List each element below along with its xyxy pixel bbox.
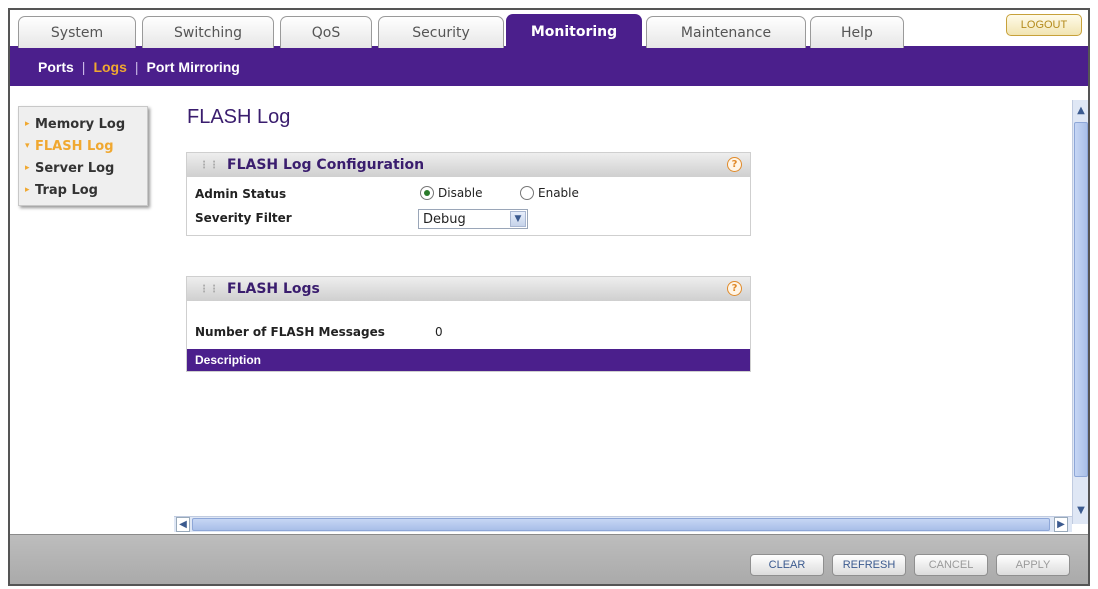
radio-label: Disable [438, 186, 483, 200]
subnav-separator: | [134, 59, 139, 75]
logs-panel-header: ⋮⋮ FLASH Logs ? [187, 277, 750, 301]
tab-security[interactable]: Security [378, 16, 504, 48]
menu-item-label: FLASH Log [35, 138, 114, 154]
menu-item-label: Server Log [35, 160, 115, 176]
tab-system[interactable]: System [18, 16, 136, 48]
config-panel-title: FLASH Log Configuration [227, 157, 425, 173]
main-tab-bar: System Switching QoS Security Monitoring… [10, 10, 1088, 48]
logs-panel: ⋮⋮ FLASH Logs ? Number of FLASH Messages… [186, 276, 751, 372]
table-header-description: Description [187, 349, 750, 371]
action-bar: CLEAR REFRESH CANCEL APPLY [10, 534, 1088, 584]
admin-status-disable-radio[interactable]: Disable [420, 186, 483, 200]
sub-nav: Ports | Logs | Port Mirroring [10, 48, 1088, 86]
app-frame: System Switching QoS Security Monitoring… [8, 8, 1090, 586]
menu-item-trap-log[interactable]: ▸ Trap Log [25, 179, 147, 201]
clear-button[interactable]: CLEAR [750, 554, 824, 576]
tab-monitoring[interactable]: Monitoring [506, 14, 642, 48]
scroll-right-icon[interactable]: ▶ [1054, 517, 1068, 532]
menu-item-label: Memory Log [35, 116, 126, 132]
refresh-button[interactable]: REFRESH [832, 554, 906, 576]
chevron-right-icon: ▸ [25, 163, 30, 173]
message-count-value: 0 [435, 325, 443, 339]
left-menu: ▸ Memory Log ▾ FLASH Log ▸ Server Log ▸ … [18, 106, 148, 206]
menu-item-label: Trap Log [35, 182, 98, 198]
cancel-button[interactable]: CANCEL [914, 554, 988, 576]
help-icon[interactable]: ? [727, 157, 742, 172]
logs-panel-title: FLASH Logs [227, 281, 320, 297]
grip-icon: ⋮⋮ [199, 159, 219, 171]
apply-button[interactable]: APPLY [996, 554, 1070, 576]
config-panel: ⋮⋮ FLASH Log Configuration ? Admin Statu… [186, 152, 751, 236]
chevron-down-icon: ▾ [25, 141, 30, 151]
scroll-up-icon[interactable]: ▲ [1074, 102, 1088, 118]
horizontal-scroll-thumb[interactable] [192, 518, 1050, 531]
scroll-down-icon[interactable]: ▼ [1074, 502, 1088, 518]
grip-icon: ⋮⋮ [199, 283, 219, 295]
admin-status-label: Admin Status [195, 187, 287, 201]
chevron-down-icon[interactable]: ▼ [510, 211, 526, 227]
menu-item-server-log[interactable]: ▸ Server Log [25, 157, 147, 179]
severity-filter-value: Debug [423, 211, 466, 227]
logout-button[interactable]: LOGOUT [1006, 14, 1082, 36]
menu-item-flash-log[interactable]: ▾ FLASH Log [25, 135, 147, 157]
menu-item-memory-log[interactable]: ▸ Memory Log [25, 113, 147, 135]
radio-unselected-icon [520, 186, 534, 200]
radio-selected-icon [420, 186, 434, 200]
scroll-left-icon[interactable]: ◀ [176, 517, 190, 532]
subnav-item-ports[interactable]: Ports [38, 59, 74, 75]
tab-switching[interactable]: Switching [142, 16, 274, 48]
page-title: FLASH Log [187, 106, 291, 128]
subnav-separator: | [81, 59, 86, 75]
subnav-item-port-mirroring[interactable]: Port Mirroring [147, 59, 240, 75]
tab-help[interactable]: Help [810, 16, 904, 48]
horizontal-scrollbar[interactable]: ◀ ▶ [174, 516, 1072, 532]
chevron-right-icon: ▸ [25, 185, 30, 195]
config-panel-header: ⋮⋮ FLASH Log Configuration ? [187, 153, 750, 177]
severity-filter-label: Severity Filter [195, 211, 292, 225]
tab-maintenance[interactable]: Maintenance [646, 16, 806, 48]
vertical-scrollbar[interactable]: ▲ ▼ [1072, 100, 1088, 524]
message-count-label: Number of FLASH Messages [195, 325, 385, 339]
vertical-scroll-thumb[interactable] [1074, 122, 1088, 477]
admin-status-enable-radio[interactable]: Enable [520, 186, 579, 200]
chevron-right-icon: ▸ [25, 119, 30, 129]
severity-filter-select[interactable]: Debug ▼ [418, 209, 528, 229]
subnav-item-logs[interactable]: Logs [93, 59, 126, 75]
tab-qos[interactable]: QoS [280, 16, 372, 48]
radio-label: Enable [538, 186, 579, 200]
help-icon[interactable]: ? [727, 281, 742, 296]
